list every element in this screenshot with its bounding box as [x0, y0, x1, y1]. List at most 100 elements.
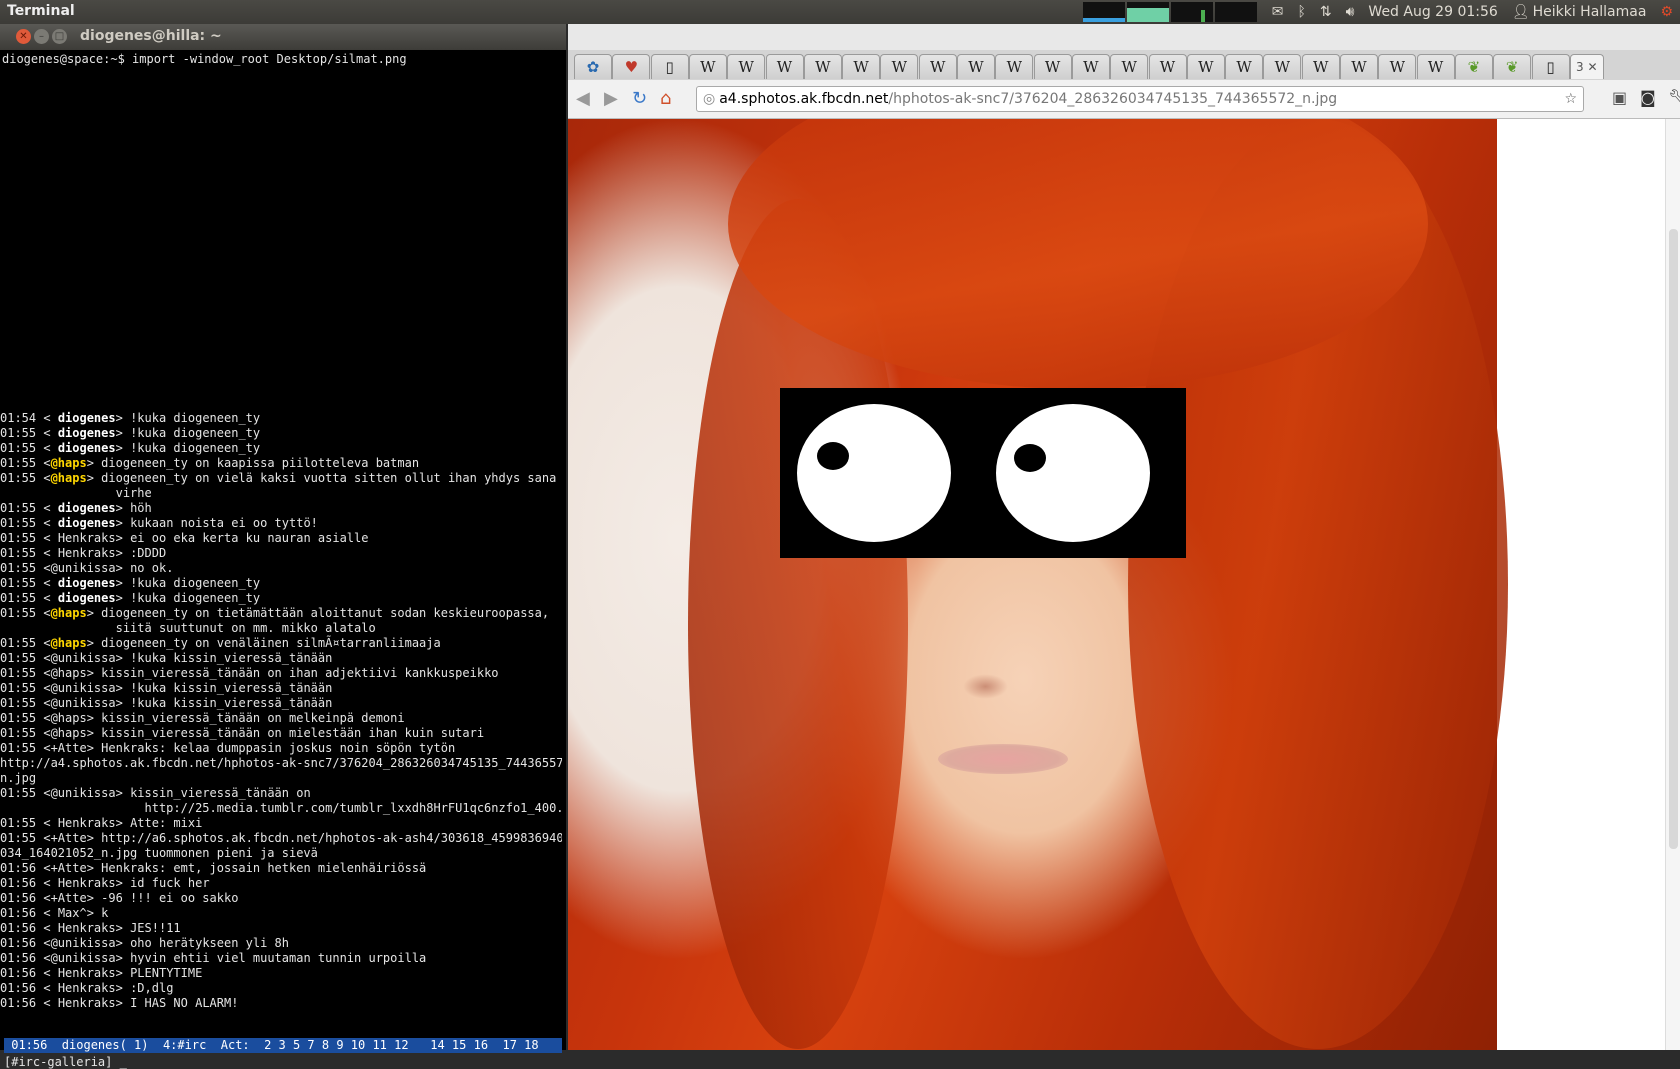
- irc-timestamp: 01:55: [0, 711, 37, 725]
- browser-tab[interactable]: ❦: [1454, 54, 1493, 79]
- left-googly-eye: [797, 404, 951, 542]
- irc-nick-bracket: <: [36, 906, 58, 920]
- session-gear-icon[interactable]: ⚙: [1660, 4, 1673, 20]
- irc-timestamp: 01:55: [0, 561, 37, 575]
- network-graph[interactable]: [1170, 2, 1213, 22]
- mail-icon[interactable]: ✉: [1272, 4, 1284, 20]
- browser-tab[interactable]: W: [880, 54, 919, 79]
- active-browser-tab[interactable]: 3 ✕: [1569, 54, 1604, 79]
- irc-nick-close: >: [86, 666, 94, 680]
- close-icon[interactable]: ✕: [16, 29, 31, 44]
- irc-nick: +Atte: [50, 861, 87, 875]
- back-icon[interactable]: ◀: [576, 88, 590, 109]
- irc-input-line[interactable]: [#irc-galleria] _: [4, 1055, 127, 1069]
- irc-timestamp: 01:55: [0, 606, 37, 620]
- irc-nick-close: >: [115, 996, 123, 1010]
- browser-tab[interactable]: W: [1263, 54, 1302, 79]
- browser-tab[interactable]: ▯: [1531, 54, 1570, 79]
- home-icon[interactable]: ⌂: [660, 88, 671, 109]
- browser-tab[interactable]: W: [957, 54, 995, 79]
- irc-nick: Max^: [57, 906, 87, 920]
- browser-tab[interactable]: ❦: [1493, 54, 1532, 79]
- irc-nick-close: >: [115, 531, 123, 545]
- forward-icon[interactable]: ▶: [604, 88, 618, 109]
- browser-tab[interactable]: ▯: [650, 54, 689, 79]
- irc-nick-bracket: <: [36, 546, 58, 560]
- maximize-icon[interactable]: □: [52, 29, 67, 44]
- browser-tab[interactable]: W: [842, 54, 881, 79]
- browser-tab[interactable]: W: [765, 54, 804, 79]
- bookmark-star-icon[interactable]: ☆: [1564, 87, 1577, 111]
- user-name[interactable]: Heikki Hallamaa: [1533, 4, 1647, 20]
- browser-tab[interactable]: W: [1071, 54, 1110, 79]
- irc-timestamp: 01:55: [0, 441, 37, 455]
- browser-tab[interactable]: W: [1301, 54, 1340, 79]
- browser-tab[interactable]: W: [688, 54, 727, 79]
- pocket-icon[interactable]: ◙: [1640, 88, 1656, 107]
- clock[interactable]: Wed Aug 29 01:56: [1368, 4, 1497, 20]
- browser-tab[interactable]: W: [1378, 54, 1417, 79]
- irc-timestamp: 01:56: [0, 861, 37, 875]
- memory-graph[interactable]: [1126, 2, 1169, 22]
- page-scrollbar[interactable]: [1665, 119, 1680, 1050]
- irc-timestamp: 01:55: [0, 816, 37, 830]
- irc-message-text: http://25.media.tumblr.com/tumblr_lxxdh8…: [0, 801, 562, 815]
- network-icon[interactable]: ⇅: [1320, 4, 1332, 20]
- irc-message-text: virhe: [0, 486, 152, 500]
- browser-tab[interactable]: ♥: [612, 54, 651, 79]
- irc-nick-close: >: [86, 861, 94, 875]
- volume-icon[interactable]: 🔊︎: [1346, 4, 1355, 20]
- irc-timestamp: 01:55: [0, 666, 37, 680]
- portrait-image: [568, 119, 1508, 1050]
- browser-window[interactable]: ✿ ♥ ▯ W W W W W W W W W W W W W W W W W W W W ❦ ❦ ▯ 3 ✕ ◀ ▶ ↻ ⌂ ◎ a…: [568, 24, 1680, 1050]
- terminal-window[interactable]: ✕ – □ diogenes@hilla: ~ diogenes@space:~…: [0, 24, 566, 1069]
- tab-close-icon[interactable]: ✕: [1584, 60, 1597, 74]
- wrench-icon[interactable]: 🔧︎: [1668, 88, 1680, 107]
- user-icon[interactable]: 👤︎: [1512, 4, 1530, 20]
- browser-tab[interactable]: W: [918, 54, 957, 79]
- irc-timestamp: 01:56: [0, 876, 37, 890]
- irc-nick-bracket: <: [36, 561, 51, 575]
- irc-nick: diogenes: [57, 576, 116, 590]
- scrollbar-thumb[interactable]: [1669, 229, 1678, 849]
- browser-tab[interactable]: W: [1033, 54, 1072, 79]
- irc-message-text: n.jpg: [0, 771, 37, 785]
- extension-icon[interactable]: ▣: [1612, 88, 1627, 107]
- reload-icon[interactable]: ↻: [632, 88, 647, 109]
- address-bar[interactable]: ◎ a4.sphotos.ak.fbcdn.net/hphotos-ak-snc7…: [696, 86, 1584, 112]
- irc-nick-close: >: [115, 936, 123, 950]
- irc-message: 01:56 < Henkraks> PLENTYTIME: [0, 966, 562, 981]
- terminal-titlebar[interactable]: ✕ – □ diogenes@hilla: ~: [0, 24, 566, 50]
- irc-message: 01:55 < diogenes> kukaan noista ei oo ty…: [0, 516, 562, 531]
- irc-nick-close: >: [86, 831, 94, 845]
- irc-message-text: I HAS NO ALARM!: [122, 996, 239, 1010]
- browser-tab[interactable]: W: [1186, 54, 1225, 79]
- load-graph[interactable]: [1214, 2, 1257, 22]
- irc-nick-bracket: <: [36, 501, 58, 515]
- minimize-icon[interactable]: –: [34, 29, 49, 44]
- browser-tab[interactable]: ✿: [574, 54, 612, 79]
- irc-message-text: !kuka diogeneen_ty: [122, 591, 261, 605]
- irc-message: 01:56 < Max^> k: [0, 906, 562, 921]
- irc-message-text: !kuka diogeneen_ty: [122, 576, 261, 590]
- wikipedia-icon: W: [1121, 58, 1137, 76]
- irc-message-text: diogeneen_ty on tietämättään aloittanut …: [93, 606, 550, 620]
- browser-tab[interactable]: W: [1225, 54, 1264, 79]
- wikipedia-icon: W: [700, 58, 716, 76]
- irc-nick: Henkraks: [57, 531, 116, 545]
- browser-tab[interactable]: W: [803, 54, 842, 79]
- browser-tab[interactable]: W: [1416, 54, 1455, 79]
- irc-message-text: !kuka diogeneen_ty: [122, 426, 261, 440]
- left-pupil: [817, 442, 849, 470]
- irc-nick-close: >: [115, 561, 123, 575]
- browser-tab[interactable]: W: [1340, 54, 1378, 79]
- browser-tab[interactable]: W: [995, 54, 1034, 79]
- browser-tab[interactable]: W: [1110, 54, 1149, 79]
- bluetooth-icon[interactable]: ᛒ: [1297, 4, 1305, 20]
- browser-tab[interactable]: W: [1148, 54, 1187, 79]
- irc-nick-close: >: [115, 786, 123, 800]
- irc-message: 01:55 <@haps> kissin_vieressä_tänään on …: [0, 711, 562, 726]
- cpu-graph[interactable]: [1082, 2, 1125, 22]
- irc-nick: @haps: [50, 666, 87, 680]
- browser-tab[interactable]: W: [727, 54, 766, 79]
